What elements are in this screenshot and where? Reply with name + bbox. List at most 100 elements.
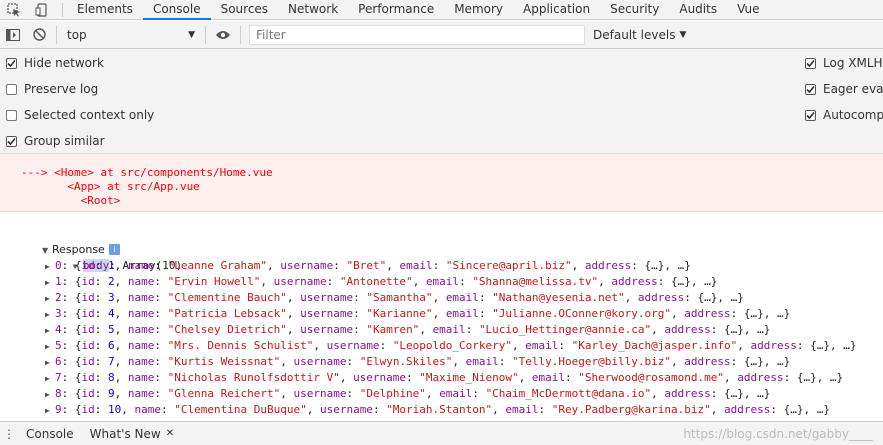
array-item-row[interactable]: ▶ 0: {id: 1, name: "Leanne Graham", usern… <box>0 258 883 274</box>
comma: , <box>114 323 128 336</box>
expand-triangle-icon[interactable]: ▶ <box>45 307 55 323</box>
prop-key: address <box>584 259 632 272</box>
prop-key: address <box>664 387 711 400</box>
array-item-row[interactable]: ▶ 8: {id: 9, name: "Glenna Reichert", use… <box>0 386 883 402</box>
clear-console-icon[interactable] <box>26 22 52 48</box>
dropdown-caret-icon: ▼ <box>679 29 687 40</box>
inspect-icon[interactable] <box>0 0 28 20</box>
colon: : <box>333 259 347 272</box>
tab-application[interactable]: Application <box>513 0 600 20</box>
tab-performance[interactable]: Performance <box>348 0 444 20</box>
array-index: 6 <box>55 355 62 368</box>
object-open: : { <box>61 307 82 320</box>
array-item-row[interactable]: ▶ 3: {id: 4, name: "Patricia Lebsack", us… <box>0 306 883 322</box>
prop-key: id <box>81 403 95 416</box>
body-array-line[interactable]: ▼ body: Array(10) <box>0 242 883 272</box>
comma: , <box>598 275 612 288</box>
sidebar-toggle-icon[interactable] <box>0 22 26 48</box>
setting-option[interactable]: Selected context only <box>6 108 154 122</box>
expand-triangle-icon[interactable]: ▶ <box>45 275 55 291</box>
expand-triangle-icon[interactable]: ▶ <box>45 371 55 387</box>
colon: : <box>94 323 108 336</box>
drawer-tab-bar: ⋮ Console What's New ✕ https://blog.csdn… <box>0 421 883 445</box>
array-item-row[interactable]: ▶ 4: {id: 5, name: "Chelsey Dietrich", us… <box>0 322 883 338</box>
array-item-row[interactable]: ▶ 9: {id: 10, name: "Clementina DuBuque",… <box>0 402 883 418</box>
tab-sources[interactable]: Sources <box>211 0 278 20</box>
array-item-row[interactable]: ▶ 6: {id: 7, name: "Kurtis Weissnat", use… <box>0 354 883 370</box>
setting-option[interactable]: Log XMLHt <box>805 56 883 70</box>
username-value: "Samantha" <box>366 291 433 304</box>
tab-memory[interactable]: Memory <box>444 0 513 20</box>
id-value: 7 <box>108 355 115 368</box>
checkbox[interactable] <box>6 135 17 147</box>
expand-triangle-icon[interactable]: ▶ <box>45 387 55 403</box>
log-group: ▼ Response i ▼ body: Array(10) ▶ 0: {id: 1, … <box>0 212 883 418</box>
colon: : <box>353 307 367 320</box>
checkbox[interactable] <box>805 57 816 69</box>
error-trace-line: <App> at src/App.vue <box>21 180 200 193</box>
username-value: "Maxime_Nienow" <box>419 371 519 384</box>
checkbox[interactable] <box>6 109 17 121</box>
expand-triangle-icon[interactable]: ▶ <box>45 259 55 275</box>
prop-key: email <box>465 355 499 368</box>
comma: , <box>114 371 128 384</box>
setting-option[interactable]: Autocompl <box>805 108 883 122</box>
email-value: "Sincere@april.biz" <box>445 259 572 272</box>
close-icon[interactable]: ✕ <box>166 428 174 439</box>
filter-input[interactable] <box>249 24 585 45</box>
error-trace-line: ---> <Home> at src/components/Home.vue <box>21 166 273 179</box>
comma: , <box>432 291 446 304</box>
log-levels-label: Default levels <box>593 27 676 42</box>
drawer-menu-icon[interactable]: ⋮ <box>0 427 18 441</box>
setting-option[interactable]: Hide network <box>6 56 104 70</box>
tab-network[interactable]: Network <box>278 0 348 20</box>
expand-triangle-icon[interactable]: ▶ <box>45 323 55 339</box>
array-index: 5 <box>55 339 62 352</box>
setting-option[interactable]: Preserve log <box>6 82 98 96</box>
log-group-header[interactable]: ▼ Response i <box>0 226 883 256</box>
prop-key: email <box>399 259 433 272</box>
object-open: : { <box>61 323 82 336</box>
context-selector[interactable]: top ▼ <box>61 25 201 45</box>
object-tail: : {…}, …} <box>770 403 830 416</box>
name-value: "Nicholas Runolfsdottir V" <box>167 371 340 384</box>
setting-label: Autocompl <box>823 108 883 122</box>
tab-console[interactable]: Console <box>142 0 211 20</box>
drawer-tab-console[interactable]: Console <box>18 422 82 445</box>
checkbox[interactable] <box>805 109 816 121</box>
expand-triangle-icon[interactable]: ▶ <box>45 339 55 355</box>
checkbox[interactable] <box>805 83 816 95</box>
error-trace-line: <Root> <box>21 194 121 207</box>
array-item-row[interactable]: ▶ 7: {id: 8, name: "Nicholas Runolfsdotti… <box>0 370 883 386</box>
setting-option[interactable]: Group similar <box>6 134 105 148</box>
colon: : <box>94 371 108 384</box>
device-toggle-icon[interactable] <box>28 0 56 20</box>
eye-icon[interactable] <box>210 22 236 48</box>
checkbox[interactable] <box>6 83 17 95</box>
expand-triangle-icon[interactable]: ▶ <box>45 403 55 419</box>
expand-triangle-icon[interactable]: ▶ <box>45 291 55 307</box>
checkbox[interactable] <box>6 57 17 69</box>
tab-vue[interactable]: Vue <box>727 0 769 20</box>
comma: , <box>306 403 320 416</box>
prop-key: id <box>81 275 95 288</box>
prop-key: name <box>134 403 162 416</box>
colon: : <box>478 307 493 320</box>
comma: , <box>280 387 294 400</box>
colon: : <box>154 259 168 272</box>
name-value: "Kurtis Weissnat" <box>167 355 281 368</box>
array-item-row[interactable]: ▶ 1: {id: 2, name: "Ervin Howell", userna… <box>0 274 883 290</box>
tab-security[interactable]: Security <box>600 0 669 20</box>
tab-elements[interactable]: Elements <box>67 0 143 20</box>
array-item-row[interactable]: ▶ 2: {id: 3, name: "Clementine Bauch", us… <box>0 290 883 306</box>
array-item-row[interactable]: ▶ 5: {id: 6, name: "Mrs. Dennis Schulist"… <box>0 338 883 354</box>
object-tail: : {…}, …} <box>631 259 691 272</box>
drawer-tab-whats-new[interactable]: What's New ✕ <box>82 422 182 445</box>
email-value: "Sherwood@rosamond.me" <box>578 371 724 384</box>
tab-audits[interactable]: Audits <box>669 0 727 20</box>
setting-option[interactable]: Eager evalu <box>805 82 883 96</box>
object-open: : { <box>61 371 82 384</box>
log-levels-dropdown[interactable]: Default levels ▼ <box>593 28 686 42</box>
comma: , <box>412 275 426 288</box>
expand-triangle-icon[interactable]: ▶ <box>45 355 55 371</box>
